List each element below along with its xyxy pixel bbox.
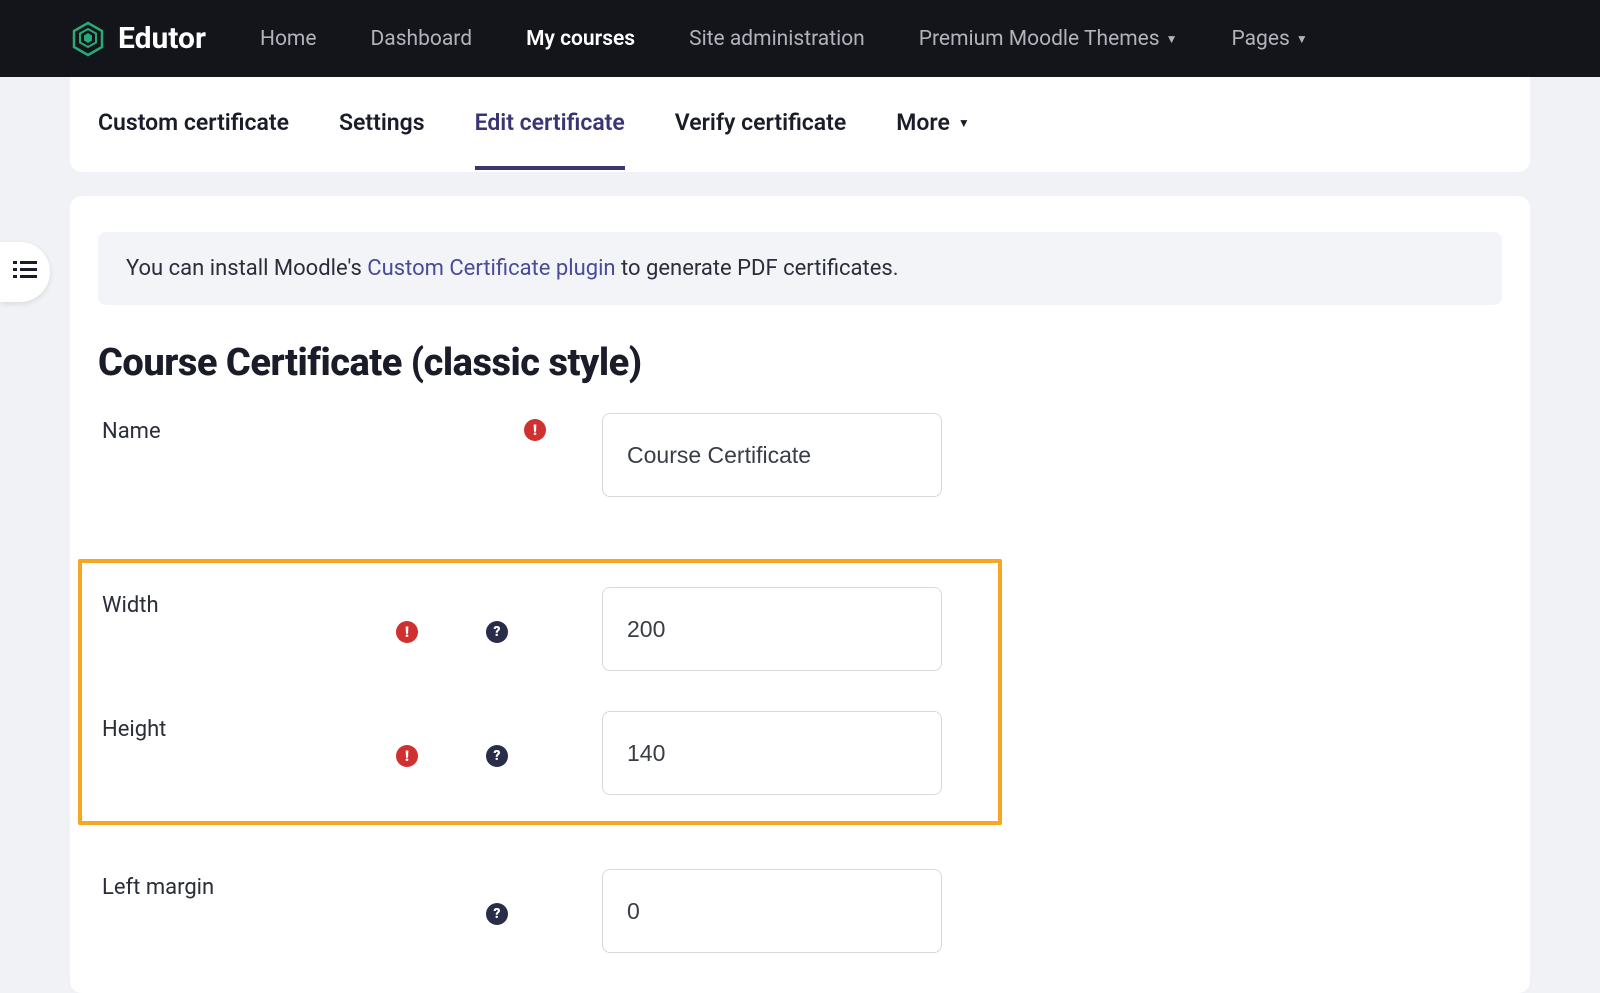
tab-more[interactable]: More ▼ [896, 79, 969, 170]
nav-pages[interactable]: Pages ▼ [1231, 27, 1307, 51]
tab-edit-certificate[interactable]: Edit certificate [475, 79, 625, 170]
content-card: You can install Moodle's Custom Certific… [70, 196, 1530, 993]
indicators-height: ! ? [392, 711, 602, 767]
info-prefix: You can install Moodle's [126, 256, 367, 281]
chevron-down-icon: ▼ [1296, 32, 1308, 46]
nav-dashboard[interactable]: Dashboard [370, 27, 472, 51]
input-width[interactable] [602, 587, 942, 671]
help-icon[interactable]: ? [486, 621, 508, 643]
required-icon: ! [396, 621, 418, 643]
indicators-width: ! ? [392, 587, 602, 643]
highlight-box: Width ! ? Height ! ? [78, 559, 1002, 825]
nav-premium-themes-label: Premium Moodle Themes [919, 27, 1160, 51]
nav-pages-label: Pages [1231, 27, 1289, 51]
tab-more-label: More [896, 109, 950, 136]
indicators-name: ! [392, 413, 602, 441]
list-icon [13, 261, 37, 283]
input-left-margin[interactable] [602, 869, 942, 953]
tab-settings[interactable]: Settings [339, 79, 425, 170]
brand-logo[interactable]: Edutor [70, 21, 206, 57]
page-title: Course Certificate (classic style) [98, 341, 1502, 385]
info-suffix: to generate PDF certificates. [616, 256, 899, 281]
nav-site-administration[interactable]: Site administration [689, 27, 865, 51]
brand-name: Edutor [118, 21, 206, 56]
required-icon: ! [396, 745, 418, 767]
nav-my-courses[interactable]: My courses [526, 27, 635, 51]
chevron-down-icon: ▼ [1166, 32, 1178, 46]
required-icon: ! [524, 419, 546, 441]
logo-icon [70, 21, 106, 57]
indicators-left-margin: ? [392, 869, 602, 925]
nav-home[interactable]: Home [260, 27, 317, 51]
label-height: Height [102, 711, 392, 742]
label-width: Width [102, 587, 392, 618]
input-height[interactable] [602, 711, 942, 795]
row-width: Width ! ? [82, 587, 998, 671]
row-left-margin: Left margin ? [98, 869, 1502, 953]
info-link[interactable]: Custom Certificate plugin [367, 256, 615, 281]
row-name: Name ! [98, 413, 1502, 497]
tab-custom-certificate[interactable]: Custom certificate [98, 79, 289, 170]
top-navigation: Edutor Home Dashboard My courses Site ad… [0, 0, 1600, 77]
label-left-margin: Left margin [102, 869, 392, 900]
help-icon[interactable]: ? [486, 903, 508, 925]
help-icon[interactable]: ? [486, 745, 508, 767]
tab-verify-certificate[interactable]: Verify certificate [675, 79, 846, 170]
chevron-down-icon: ▼ [958, 116, 970, 130]
tabs: Custom certificate Settings Edit certifi… [70, 77, 1530, 172]
info-message: You can install Moodle's Custom Certific… [98, 232, 1502, 305]
label-name: Name [102, 413, 392, 444]
input-name[interactable] [602, 413, 942, 497]
row-height: Height ! ? [82, 711, 998, 795]
nav-premium-themes[interactable]: Premium Moodle Themes ▼ [919, 27, 1178, 51]
